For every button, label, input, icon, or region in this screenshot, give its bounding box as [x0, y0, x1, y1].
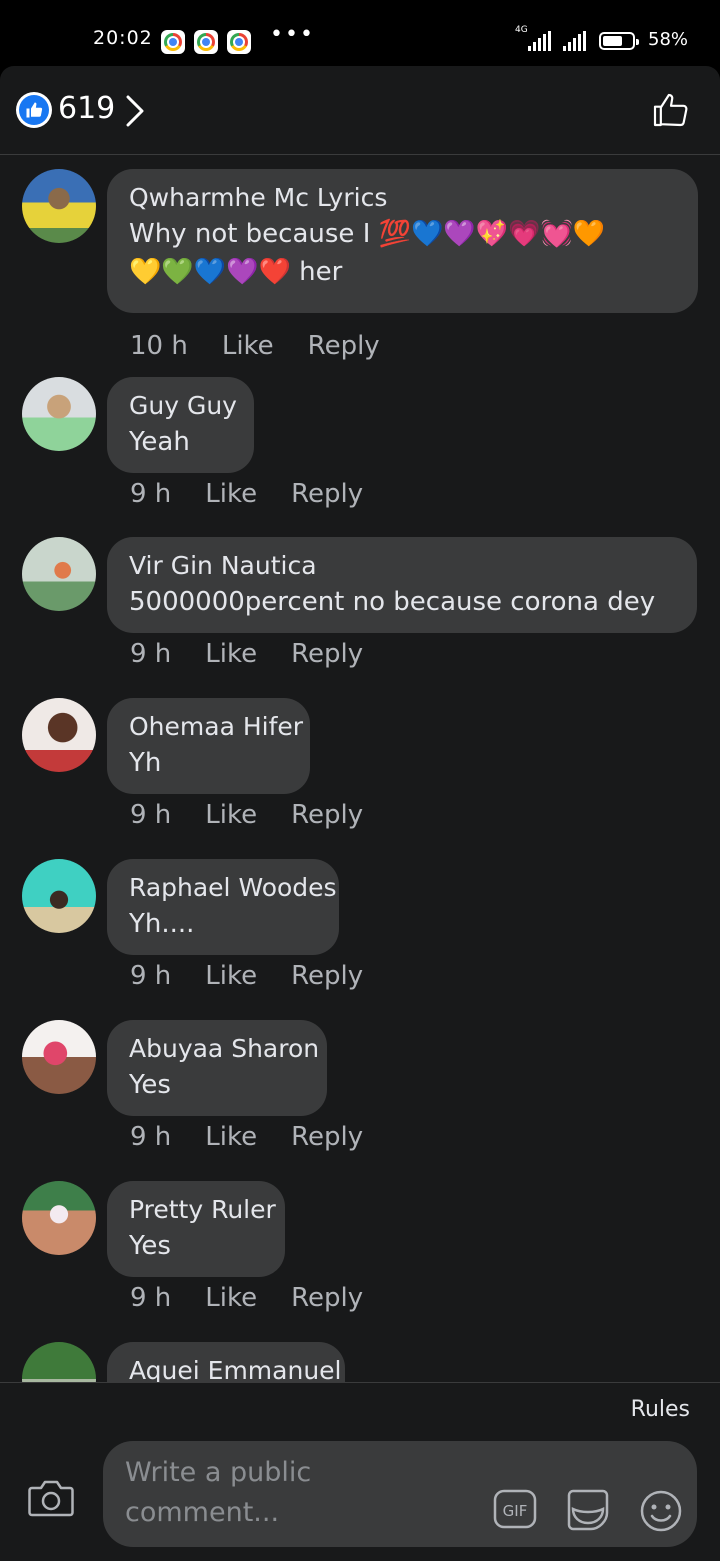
emoji-icon[interactable]: [639, 1489, 683, 1533]
comment-time: 9 h: [130, 961, 172, 991]
like-button[interactable]: Like: [205, 1283, 257, 1313]
reply-button[interactable]: Reply: [291, 479, 363, 509]
avatar[interactable]: [22, 169, 96, 243]
thumbs-up-outline-icon[interactable]: [650, 90, 690, 130]
chrome-icon: [161, 30, 185, 54]
like-button[interactable]: Like: [205, 800, 257, 830]
comment-author[interactable]: Vir Gin Nautica: [129, 549, 675, 583]
comment-bubble: Abuyaa Sharon Yes: [107, 1020, 327, 1116]
comment-time: 9 h: [130, 639, 172, 669]
status-time: 20:02: [93, 27, 153, 49]
avatar[interactable]: [22, 859, 96, 933]
reply-button[interactable]: Reply: [291, 639, 363, 669]
comment-actions: 9 h Like Reply: [130, 639, 397, 669]
like-button[interactable]: Like: [205, 961, 257, 991]
like-button[interactable]: Like: [205, 639, 257, 669]
comment-bubble: Guy Guy Yeah: [107, 377, 254, 473]
comment-actions: 10 h Like Reply: [130, 331, 414, 361]
reactions-header: 619: [0, 66, 720, 155]
avatar[interactable]: [22, 537, 96, 611]
reply-button[interactable]: Reply: [308, 331, 380, 361]
battery-icon: [599, 32, 639, 50]
like-button[interactable]: Like: [205, 479, 257, 509]
avatar[interactable]: [22, 1020, 96, 1094]
gif-label: GIF: [503, 1502, 528, 1520]
reaction-count[interactable]: 619: [58, 91, 115, 126]
comment-time: 9 h: [130, 479, 172, 509]
comment-author[interactable]: Qwharmhe Mc Lyrics: [129, 181, 676, 215]
comment-text: 💛💚💙💜❤️ her: [129, 257, 343, 287]
comment-bubble: Raphael Woodes Yh....: [107, 859, 339, 955]
comment-text: Why not because I 💯💙💜💖💗💓🧡: [129, 219, 606, 249]
more-notifications-icon: •••: [270, 22, 315, 47]
avatar[interactable]: [22, 1181, 96, 1255]
like-button[interactable]: Like: [205, 1122, 257, 1152]
comments-sheet: 619 Qwharmhe Mc Lyrics Why not because I…: [0, 66, 720, 1561]
comment-author[interactable]: Guy Guy: [129, 389, 237, 423]
avatar[interactable]: [22, 377, 96, 451]
comment-actions: 9 h Like Reply: [130, 479, 397, 509]
battery-percent: 58%: [648, 29, 689, 50]
comment-author[interactable]: Pretty Ruler: [129, 1193, 276, 1227]
comment-actions: 9 h Like Reply: [130, 1283, 397, 1313]
reply-button[interactable]: Reply: [291, 1283, 363, 1313]
comment-author[interactable]: Raphael Woodes: [129, 871, 337, 905]
comment-text: Yeah: [129, 427, 190, 457]
comment-actions: 9 h Like Reply: [130, 961, 397, 991]
comment-text: 5000000percent no because corona dey: [129, 587, 656, 617]
rules-link[interactable]: Rules: [631, 1397, 690, 1422]
comment-time: 9 h: [130, 1283, 172, 1313]
chrome-icon: [194, 30, 218, 54]
signal-icon: [563, 31, 586, 51]
comment-actions: 9 h Like Reply: [130, 800, 397, 830]
sticker-icon[interactable]: [565, 1487, 611, 1533]
comment-actions: 9 h Like Reply: [130, 1122, 397, 1152]
reply-button[interactable]: Reply: [291, 800, 363, 830]
comment-time: 9 h: [130, 1122, 172, 1152]
avatar[interactable]: [22, 1342, 96, 1382]
camera-icon[interactable]: [28, 1478, 74, 1518]
comment-time: 10 h: [130, 331, 188, 361]
comment-bubble: Qwharmhe Mc Lyrics Why not because I 💯💙💜…: [107, 169, 698, 313]
chevron-right-icon[interactable]: [124, 94, 146, 128]
network-type: 4G: [515, 25, 528, 35]
comment-bubble: Vir Gin Nautica 5000000percent no becaus…: [107, 537, 697, 633]
comment-text: Yh: [129, 748, 162, 778]
comment-text: Yes: [129, 1231, 171, 1261]
like-button[interactable]: Like: [222, 331, 274, 361]
comment-list: Qwharmhe Mc Lyrics Why not because I 💯💙💜…: [0, 155, 720, 1382]
thumbs-up-icon: [16, 92, 52, 128]
avatar[interactable]: [22, 698, 96, 772]
reply-button[interactable]: Reply: [291, 961, 363, 991]
signal-icon: [528, 31, 551, 51]
gif-icon[interactable]: GIF: [493, 1489, 537, 1529]
comment-text: Yes: [129, 1070, 171, 1100]
comment-author[interactable]: Ohemaa Hifer: [129, 710, 303, 744]
comment-text: Yh....: [129, 909, 195, 939]
comment-placeholder: Write a public comment...: [125, 1457, 312, 1528]
comment-bubble: Ohemaa Hifer Yh: [107, 698, 310, 794]
comment-time: 9 h: [130, 800, 172, 830]
comment-author[interactable]: Aquei Emmanuel: [129, 1354, 342, 1382]
reply-button[interactable]: Reply: [291, 1122, 363, 1152]
comment-author[interactable]: Abuyaa Sharon: [129, 1032, 319, 1066]
comment-bubble: Pretty Ruler Yes: [107, 1181, 285, 1277]
comment-bubble: Aquei Emmanuel: [107, 1342, 345, 1382]
status-bar: 20:02 ••• 4G 58%: [0, 0, 720, 66]
chrome-icon: [227, 30, 251, 54]
comment-composer-area: Rules Write a public comment... GIF: [0, 1382, 720, 1561]
comment-input[interactable]: Write a public comment... GIF: [103, 1441, 697, 1547]
